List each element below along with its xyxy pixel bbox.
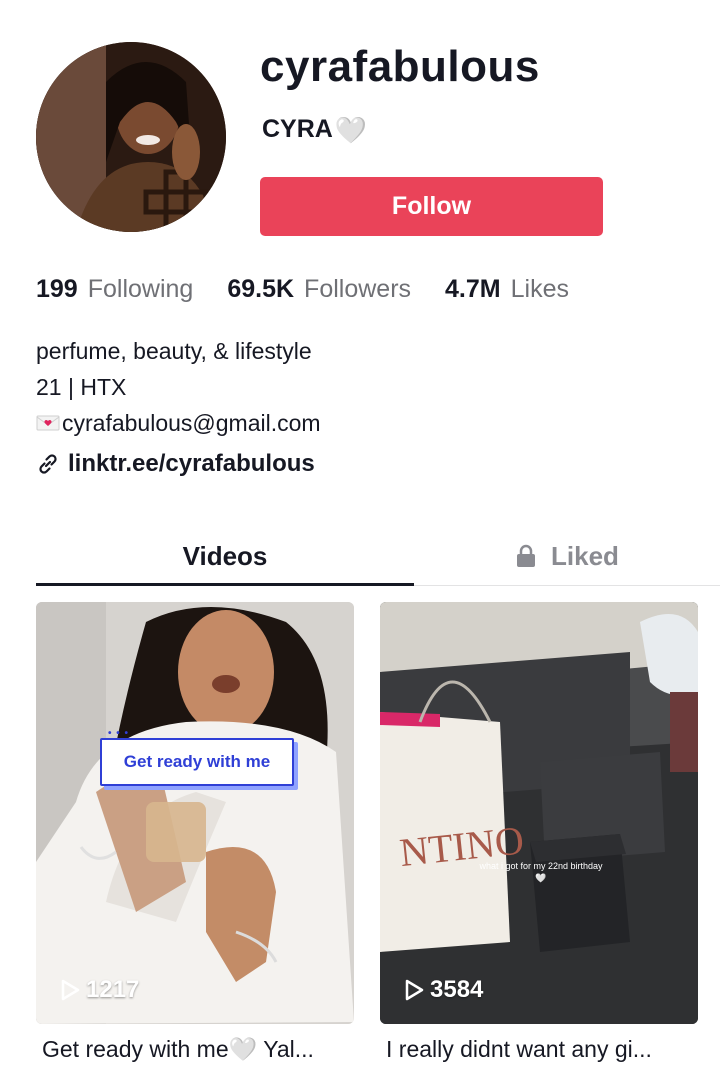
following-stat[interactable]: 199 Following — [36, 275, 193, 304]
avatar[interactable] — [36, 42, 226, 232]
play-icon — [61, 979, 80, 1001]
tab-divider — [414, 585, 720, 586]
bio-link[interactable]: linktr.ee/cyrafabulous — [36, 450, 315, 478]
tab-liked-label: Liked — [551, 540, 619, 571]
play-count: 3584 — [404, 976, 483, 1004]
play-icon — [405, 979, 424, 1001]
video-thumbnail[interactable]: NTINO what i got for my 22nd birthday🤍 3… — [380, 602, 698, 1024]
video-caption[interactable]: I really didnt want any gi... — [386, 1036, 711, 1063]
username: cyrafabulous — [260, 42, 540, 91]
followers-stat[interactable]: 69.5K Followers — [227, 275, 411, 304]
play-count-value: 3584 — [430, 976, 484, 1003]
display-name-text: CYRA — [262, 115, 333, 143]
profile-page: cyrafabulous CYRA 🤍 Follow 199 Following… — [0, 0, 720, 1077]
get-ready-sticker: • • • Get ready with me — [100, 728, 294, 786]
following-count: 199 — [36, 275, 78, 303]
bio-email: cyrafabulous@gmail.com — [62, 410, 321, 436]
active-tab-indicator — [36, 583, 414, 586]
play-count-value: 1217 — [86, 976, 140, 1003]
profile-tabs: Videos Liked — [36, 530, 720, 588]
bio: perfume, beauty, & lifestyle 21 | HTX cy… — [36, 333, 321, 441]
tab-videos[interactable]: Videos — [36, 530, 414, 582]
tab-videos-label: Videos — [182, 540, 268, 571]
display-name: CYRA 🤍 — [262, 115, 367, 144]
envelope-heart-icon — [36, 415, 60, 431]
play-count: 1217 — [60, 976, 139, 1004]
following-label: Following — [87, 275, 194, 303]
bio-email-line: cyrafabulous@gmail.com — [36, 405, 321, 441]
likes-stat: 4.7M Likes — [445, 275, 569, 304]
tab-liked[interactable]: Liked — [414, 530, 720, 582]
follow-button[interactable]: Follow — [260, 177, 603, 236]
followers-count: 69.5K — [227, 275, 295, 303]
video-thumbnail[interactable]: • • • Get ready with me 1217 — [36, 602, 354, 1024]
sticker-dots: • • • — [108, 728, 130, 739]
bio-line-1: perfume, beauty, & lifestyle — [36, 338, 312, 364]
bio-link-text: linktr.ee/cyrafabulous — [68, 450, 315, 477]
avatar-image — [36, 42, 226, 232]
sticker-text: Get ready with me — [123, 752, 271, 771]
video-overlay-text: what i got for my 22nd birthday🤍 — [479, 861, 603, 883]
video-thumbnail-image — [36, 602, 354, 1024]
white-heart-icon: 🤍 — [334, 114, 368, 145]
bio-line-2: 21 | HTX — [36, 374, 127, 400]
lock-icon — [517, 544, 536, 567]
link-icon — [39, 454, 57, 474]
likes-label: Likes — [510, 275, 569, 303]
video-caption[interactable]: Get ready with me🤍 Yal... — [42, 1036, 367, 1063]
followers-label: Followers — [304, 275, 412, 303]
profile-stats: 199 Following 69.5K Followers 4.7M Likes — [36, 275, 603, 304]
video-thumbnail-image: NTINO — [380, 602, 698, 1024]
likes-count: 4.7M — [445, 275, 501, 303]
